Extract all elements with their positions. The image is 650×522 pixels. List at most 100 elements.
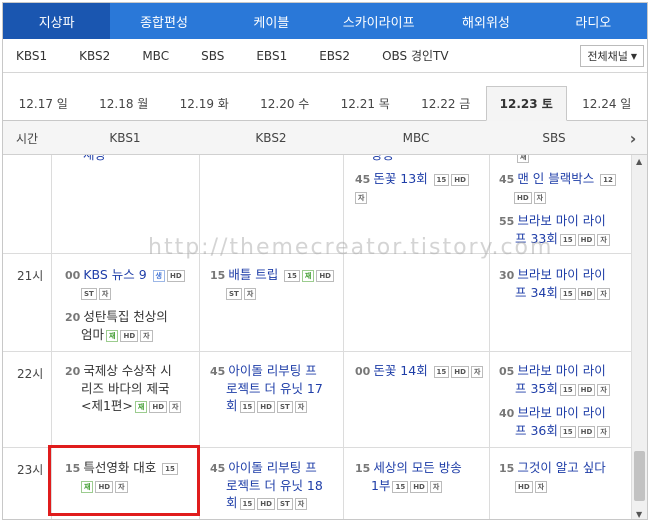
- date-tab-active[interactable]: 12.23 토: [486, 86, 567, 121]
- program-item[interactable]: 45 맨 인 블랙박스 12 HD 자: [499, 171, 627, 205]
- tab-general[interactable]: 종합편성: [110, 3, 217, 39]
- program-item[interactable]: 재방: [83, 155, 106, 163]
- date-tab[interactable]: 12.20 수: [245, 87, 326, 120]
- scrollbar-thumb[interactable]: [634, 451, 645, 501]
- age-badge: 15: [162, 463, 178, 475]
- date-tab[interactable]: 12.22 금: [406, 87, 487, 120]
- vertical-scrollbar[interactable]: ▲ ▼: [631, 155, 647, 519]
- program-item[interactable]: 40 브라보 마이 라이 프 36회 15 HD 자: [499, 405, 627, 439]
- tab-skylife[interactable]: 스카이라이프: [325, 3, 432, 39]
- rerun-badge: 재: [301, 270, 315, 282]
- hd-badge: HD: [410, 481, 428, 493]
- chevron-right-icon[interactable]: ›: [621, 121, 645, 155]
- time-label-22: 22시: [17, 367, 44, 381]
- program-minute: 15: [65, 462, 81, 475]
- tab-radio[interactable]: 라디오: [540, 3, 647, 39]
- program-title: 아이돌 리부팅 프: [228, 363, 317, 378]
- subtitle-badge: 자: [470, 366, 484, 378]
- channel-kbs2[interactable]: KBS2: [79, 49, 110, 63]
- live-badge: 생: [152, 270, 165, 282]
- program-item[interactable]: 20 성탄특집 천상의 엄마 재 HD 자: [65, 309, 197, 343]
- program-title-cont: <제1편>: [81, 398, 133, 413]
- tab-overseas[interactable]: 해외위성: [432, 3, 539, 39]
- hd-badge: HD: [166, 270, 185, 282]
- subtitle-badge: 자: [355, 192, 368, 204]
- date-tab[interactable]: 12.24 일: [567, 87, 648, 120]
- header-kbs2: KBS2: [255, 131, 287, 145]
- time-label-23: 23시: [17, 463, 44, 477]
- program-title: 국제상 수상작 시: [83, 363, 172, 378]
- program-minute: 20: [65, 311, 81, 324]
- program-title: 특선영화 대호: [83, 460, 157, 475]
- program-minute: 15: [499, 462, 515, 475]
- program-item[interactable]: 55 브라보 마이 라이 프 33회 15 HD 자: [499, 213, 627, 247]
- hd-badge: HD: [451, 366, 469, 378]
- channel-ebs1[interactable]: EBS1: [256, 49, 287, 63]
- schedule-header: 시간 KBS1 KBS2 MBC SBS ›: [3, 121, 647, 155]
- program-minute: 00: [355, 365, 371, 378]
- program-item[interactable]: 재: [515, 155, 530, 164]
- program-item[interactable]: 20 국제상 수상작 시 리즈 바다의 제국 <제1편> 재 HD 자: [65, 363, 197, 414]
- age-badge: 15: [559, 426, 576, 438]
- program-title: 브라보 마이 라이: [517, 267, 606, 282]
- hd-badge: HD: [577, 234, 596, 246]
- column-divider: [51, 155, 52, 519]
- tab-terrestrial[interactable]: 지상파: [3, 3, 111, 39]
- scroll-up-icon[interactable]: ▲: [636, 157, 642, 166]
- program-item[interactable]: 방송: [371, 155, 394, 163]
- program-title: 성탄특집 천상의: [83, 309, 168, 324]
- age-badge: 15: [239, 401, 256, 413]
- hd-badge: HD: [577, 426, 596, 438]
- channel-select[interactable]: 전체채널 ▼: [580, 45, 644, 67]
- channel-kbs1[interactable]: KBS1: [16, 49, 47, 63]
- date-tab[interactable]: 12.18 월: [84, 87, 165, 120]
- subtitle-badge: 자: [294, 498, 308, 510]
- program-minute: 55: [499, 215, 515, 228]
- date-tab[interactable]: 12.21 목: [325, 87, 406, 120]
- header-mbc: MBC: [402, 131, 430, 145]
- subtitle-badge: 자: [533, 192, 547, 204]
- subtitle-badge: 자: [597, 384, 610, 396]
- program-item[interactable]: 45 돈꽃 13회 15 HD 자: [355, 171, 485, 205]
- hd-badge: HD: [120, 330, 139, 342]
- program-item[interactable]: 15 그것이 알고 싶다 HD 자: [499, 460, 627, 494]
- rerun-badge: 재: [81, 481, 94, 493]
- program-item[interactable]: 15 배틀 트립 15 재 HD ST 자: [210, 267, 342, 301]
- program-item[interactable]: 15 특선영화 대호 15 재 HD 자: [65, 460, 197, 494]
- date-tab[interactable]: 12.17 일: [3, 87, 84, 120]
- program-item[interactable]: 30 브라보 마이 라이 프 34회 15 HD 자: [499, 267, 627, 301]
- program-minute: 30: [499, 269, 515, 282]
- age-badge: 15: [284, 270, 300, 282]
- program-title: 맨 인 블랙박스: [517, 171, 595, 186]
- program-minute: 45: [355, 173, 371, 186]
- program-item[interactable]: 45 아이돌 리부팅 프 로젝트 더 유닛 18 회 15 HD ST 자: [210, 460, 342, 511]
- program-minute: 40: [499, 407, 515, 420]
- program-minute: 20: [65, 365, 81, 378]
- program-item[interactable]: 45 아이돌 리부팅 프 로젝트 더 유닛 17 회 15 HD ST 자: [210, 363, 342, 414]
- channel-ebs2[interactable]: EBS2: [319, 49, 350, 63]
- channel-sbs[interactable]: SBS: [201, 49, 224, 63]
- column-divider: [489, 155, 490, 519]
- date-tab[interactable]: 12.19 화: [164, 87, 245, 120]
- hd-badge: HD: [577, 288, 596, 300]
- program-title-cont: 리즈 바다의 제국: [81, 381, 170, 396]
- header-time: 시간: [15, 131, 39, 146]
- program-item[interactable]: 00 KBS 뉴스 9 생 HD ST 자: [65, 267, 197, 301]
- program-title-cont: 1부: [371, 478, 391, 493]
- age-badge: 15: [559, 384, 576, 396]
- row-divider: [3, 351, 631, 352]
- column-divider: [199, 155, 200, 519]
- scroll-down-icon[interactable]: ▼: [636, 510, 642, 519]
- program-title-cont: 프 33회: [515, 231, 558, 246]
- program-item[interactable]: 05 브라보 마이 라이 프 35회 15 HD 자: [499, 363, 627, 397]
- age-badge: 15: [392, 481, 409, 493]
- channel-mbc[interactable]: MBC: [142, 49, 169, 63]
- hd-badge: HD: [514, 192, 532, 204]
- program-item[interactable]: 00 돈꽃 14회 15 HD 자: [355, 363, 487, 380]
- program-item[interactable]: 15 세상의 모든 방송 1부 15 HD 자: [355, 460, 487, 494]
- tab-cable[interactable]: 케이블: [218, 3, 325, 39]
- hd-badge: HD: [257, 498, 275, 510]
- channel-obs[interactable]: OBS 경인TV: [382, 47, 449, 64]
- subtitle-badge: 자: [169, 401, 182, 413]
- program-title-cont: 프 36회: [515, 423, 558, 438]
